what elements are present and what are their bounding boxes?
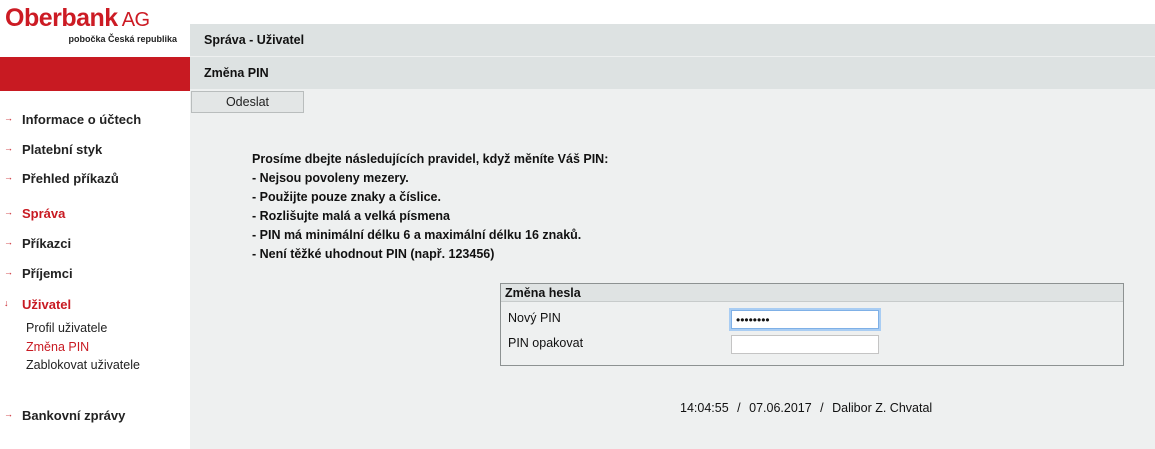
sidebar-item-label: Příjemci: [22, 266, 73, 281]
arrow-right-icon: →: [4, 172, 13, 182]
session-user: Dalibor Z. Chvatal: [832, 401, 933, 415]
session-footer: 14:04:55 / 07.06.2017 / Dalibor Z. Chvat…: [680, 401, 932, 415]
logo-suffix: AG: [121, 9, 150, 31]
submit-button[interactable]: Odeslat: [191, 91, 304, 113]
arrow-right-icon: →: [4, 113, 13, 123]
session-date: 07.06.2017: [749, 401, 812, 415]
arrow-right-icon: →: [4, 207, 13, 217]
sidebar-subitem-profil[interactable]: Profil uživatele: [26, 321, 107, 335]
sidebar-red-bar: [0, 57, 190, 91]
sidebar-subitem-zmena-pin[interactable]: Změna PIN: [26, 340, 89, 354]
rule-line: - Rozlišujte malá a velká písmena: [252, 209, 450, 223]
rule-line: - Není těžké uhodnout PIN (např. 123456): [252, 247, 495, 261]
page-header: Změna PIN: [190, 57, 1155, 89]
sidebar-item-label: Bankovní zprávy: [22, 408, 126, 423]
rule-line: - PIN má minimální délku 6 a maximální d…: [252, 228, 582, 242]
session-time: 14:04:55: [680, 401, 729, 415]
rule-line: - Použijte pouze znaky a číslice.: [252, 190, 441, 204]
arrow-right-icon: →: [4, 143, 13, 153]
rule-line: - Nejsou povoleny mezery.: [252, 171, 409, 185]
form-title-bar: Změna hesla: [501, 284, 1123, 302]
bank-logo: Oberbank AG pobočka Česká republika: [5, 4, 185, 48]
repeat-pin-input[interactable]: [731, 335, 879, 354]
logo-name: Oberbank: [5, 4, 118, 32]
sidebar-subitem-zablokovat[interactable]: Zablokovat uživatele: [26, 358, 140, 372]
new-pin-label: Nový PIN: [508, 311, 561, 325]
sidebar-item-label: Přehled příkazů: [22, 171, 119, 186]
arrow-right-icon: →: [4, 267, 13, 277]
new-pin-input[interactable]: [731, 310, 879, 329]
sidebar-item-label: Správa: [22, 206, 66, 221]
sidebar-item-label: Uživatel: [22, 297, 72, 312]
rules-intro: Prosíme dbejte následujících pravidel, k…: [252, 152, 609, 166]
footer-separator: /: [737, 401, 741, 415]
form-title: Změna hesla: [505, 286, 581, 300]
footer-separator: /: [820, 401, 824, 415]
sidebar-item-label: Platební styk: [22, 142, 103, 157]
page-title: Změna PIN: [204, 66, 269, 80]
change-pin-form: Změna hesla Nový PIN PIN opakovat: [500, 283, 1124, 366]
sidebar-item-label: Příkazci: [22, 236, 72, 251]
arrow-down-icon: ↓: [4, 298, 9, 308]
arrow-right-icon: →: [4, 237, 13, 247]
arrow-right-icon: →: [4, 409, 13, 419]
section-header: Správa - Uživatel: [190, 24, 1155, 56]
sidebar-item-label: Informace o účtech: [22, 112, 142, 127]
section-title: Správa - Uživatel: [204, 33, 305, 47]
pin-rules: Prosíme dbejte následujících pravidel, k…: [252, 150, 608, 264]
repeat-pin-label: PIN opakovat: [508, 336, 584, 350]
logo-subtitle: pobočka Česká republika: [68, 34, 177, 44]
